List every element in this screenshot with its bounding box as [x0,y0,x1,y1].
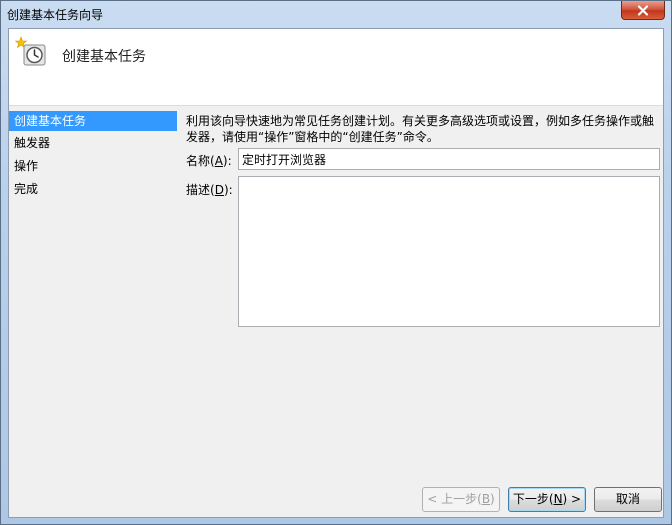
name-label: 名称(A): [186,152,232,169]
back-button-accesskey: B [481,492,491,506]
description-textarea[interactable] [238,176,660,327]
nav-item-create-basic-task[interactable]: 创建基本任务 [9,111,177,131]
next-button-label: 下一步( [512,492,554,506]
nav-item-trigger[interactable]: 触发器 [9,133,177,153]
next-button-label-end: ) > [562,492,582,506]
next-button[interactable]: 下一步(N) > [508,487,586,512]
back-button-label: < 上一步( [427,492,482,506]
back-button-label-end: ) [490,492,495,506]
wizard-content: 创建基本任务 创建基本任务 触发器 操作 完成 利用该向导快速地为常见任务创建计… [8,28,664,518]
close-button[interactable] [621,1,665,20]
page-title: 创建基本任务 [62,49,146,65]
next-button-accesskey: N [553,492,563,506]
close-icon [637,4,649,16]
nav-item-finish[interactable]: 完成 [9,179,177,199]
scheduled-task-clock-icon [15,36,46,66]
description-label: 描述(D): [186,181,233,198]
name-label-text: 名称( [186,154,215,168]
cancel-button[interactable]: 取消 [594,487,662,512]
title-bar[interactable]: 创建基本任务向导 [1,1,671,27]
wizard-steps-nav: 创建基本任务 触发器 操作 完成 [9,111,177,511]
back-button[interactable]: < 上一步(B) [422,487,500,512]
wizard-window: 创建基本任务向导 创建基本任务 创建基本任务 触发器 操作 完成 利用该向导快速… [0,0,672,525]
window-title: 创建基本任务向导 [7,8,104,22]
description-label-text: 描述( [186,183,215,197]
wizard-description: 利用该向导快速地为常见任务创建计划。有关更多高级选项或设置，例如多任务操作或触发… [186,114,655,144]
wizard-header: 创建基本任务 [9,29,663,106]
name-label-suffix: ): [222,154,232,168]
description-label-accesskey: D [214,183,224,197]
description-label-suffix: ): [223,183,233,197]
name-input[interactable] [238,148,660,170]
nav-item-action[interactable]: 操作 [9,156,177,176]
name-label-accesskey: A [214,154,223,168]
